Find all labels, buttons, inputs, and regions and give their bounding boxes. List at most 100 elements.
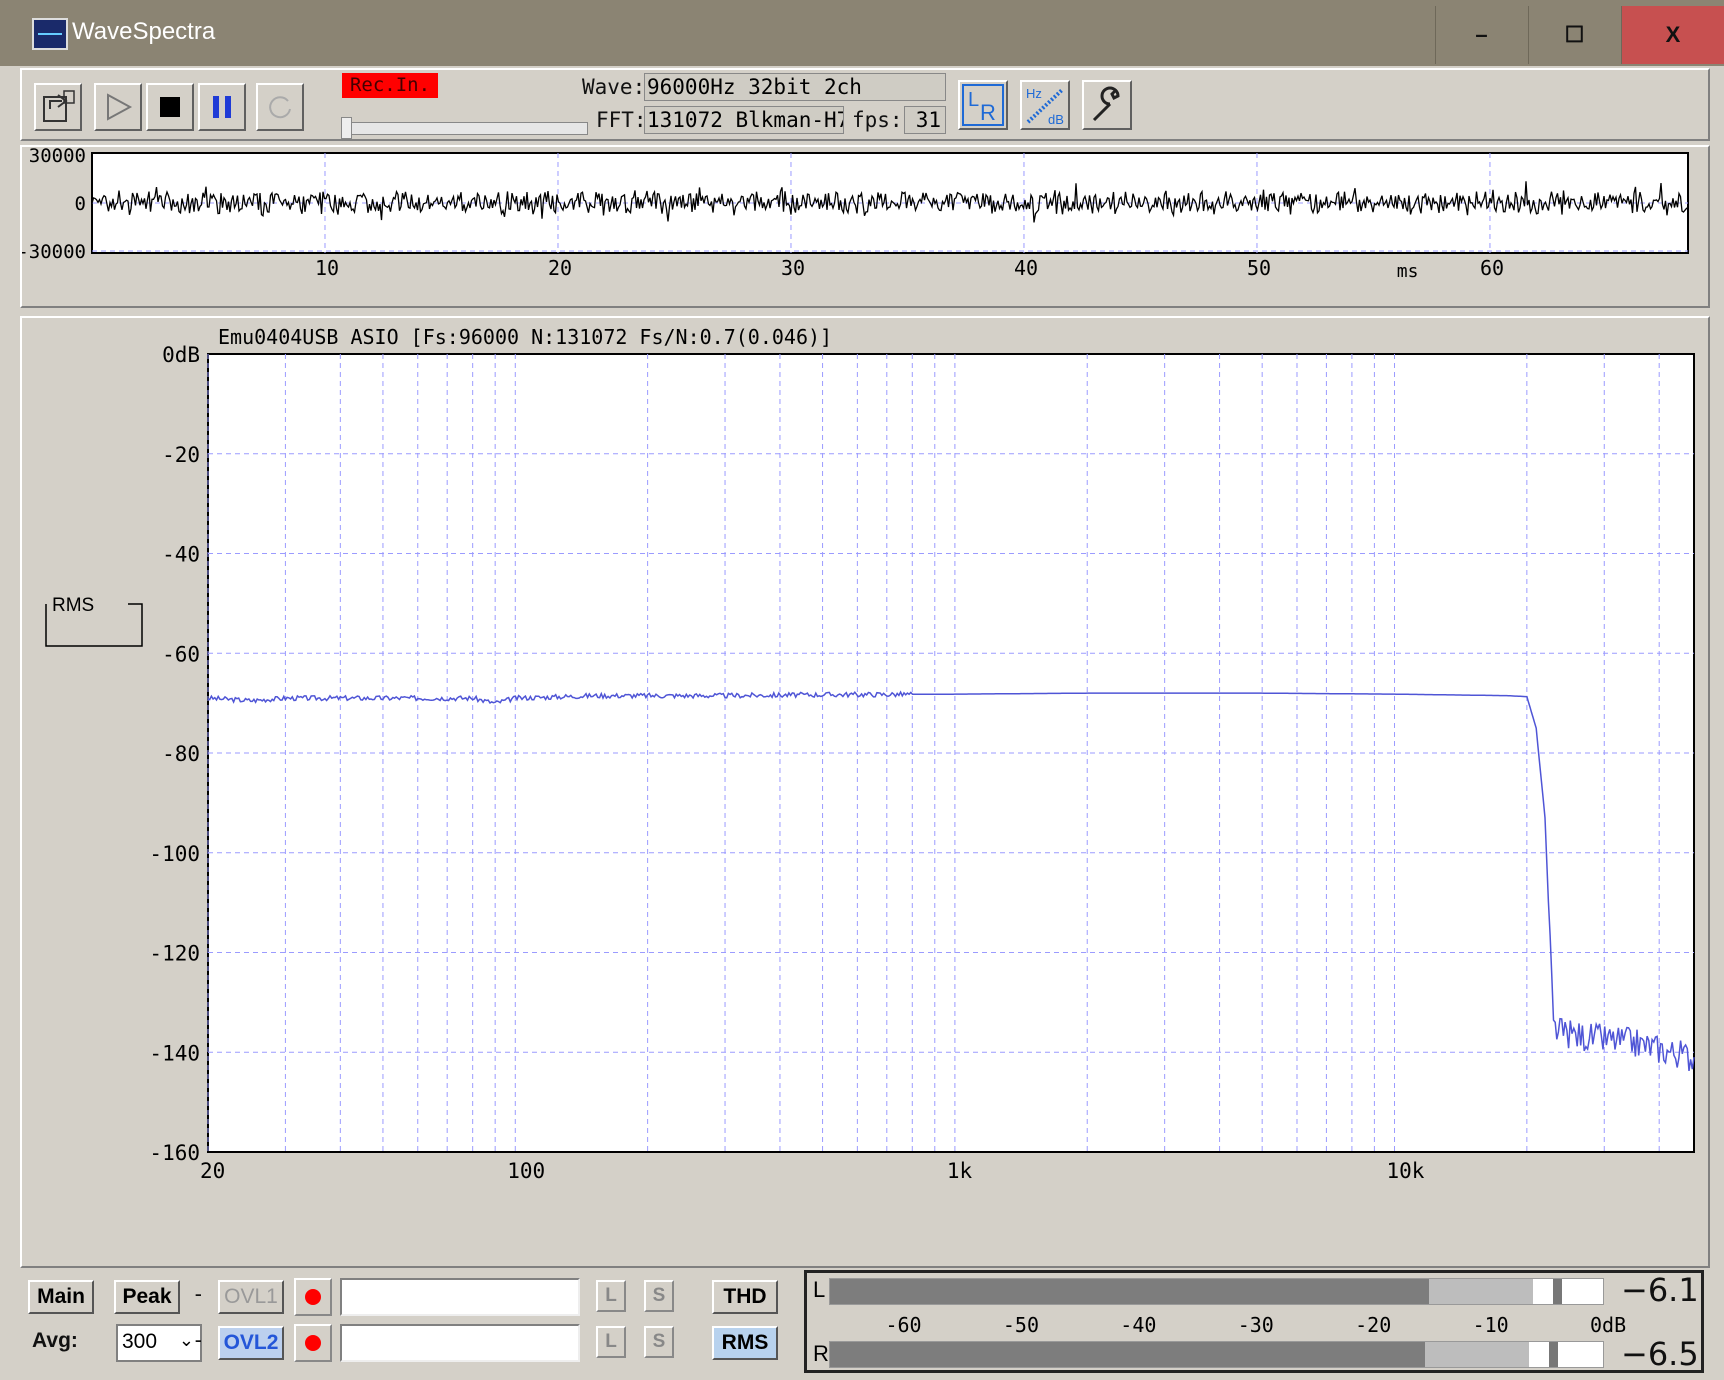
spectrum-panel: Emu0404USB ASIO [Fs:96000 N:131072 Fs/N:… xyxy=(20,316,1710,1268)
ovl2-button[interactable]: OVL2 xyxy=(218,1326,284,1360)
play-icon xyxy=(107,93,133,121)
bottom-controls: Main Peak - OVL1 L S THD Avg: 300 ⌄ - OV… xyxy=(20,1270,1710,1375)
main-button[interactable]: Main xyxy=(28,1280,94,1314)
meter-right-peak-fill xyxy=(1425,1342,1529,1367)
meter-left-value: −6.1 xyxy=(1621,1271,1699,1309)
meter-right-label: R xyxy=(813,1341,829,1366)
pause-icon xyxy=(213,96,231,118)
refresh-button[interactable] xyxy=(256,83,304,131)
ovl2-indicator xyxy=(294,1324,332,1362)
export-icon xyxy=(43,90,75,122)
waveform-x-tick: 10 xyxy=(315,256,339,280)
minimize-button[interactable]: – xyxy=(1435,6,1527,64)
waveform-panel: 10 20 30 40 50 60 ms 30000 0 -30000 xyxy=(17,145,1710,308)
spectrum-y-tick: -160 xyxy=(149,1141,200,1165)
meter-right-bar xyxy=(829,1341,1604,1368)
rec-in-label: Rec.In. xyxy=(342,73,438,98)
level-meter: L −6.1 -60 -50 -40 -30 -20 -10 0dB R −6.5 xyxy=(804,1270,1704,1373)
lr-icon: LR xyxy=(962,84,1004,126)
meter-scale-tick: -10 xyxy=(1472,1313,1509,1337)
meter-scale-tick: -50 xyxy=(1002,1313,1039,1337)
meter-right-avg-fill xyxy=(830,1342,1426,1367)
ovl1-indicator xyxy=(294,1278,332,1316)
spectrum-y-tick: -60 xyxy=(162,642,200,666)
spectrum-x-tick: 20 xyxy=(200,1159,225,1183)
hz-db-button[interactable]: Hz dB xyxy=(1020,80,1070,130)
meter-left-avg-fill xyxy=(830,1279,1429,1304)
svg-text:dB: dB xyxy=(1048,112,1064,127)
ovl2-text-field[interactable] xyxy=(340,1324,580,1362)
rms-button[interactable]: RMS xyxy=(712,1326,778,1360)
slider-thumb[interactable] xyxy=(341,117,352,139)
red-dot-icon xyxy=(305,1335,321,1351)
fft-label: FFT: xyxy=(596,108,647,132)
svg-text:Hz: Hz xyxy=(1026,86,1042,101)
avg-value: 300 xyxy=(122,1330,158,1353)
spectrum-x-tick: 10k xyxy=(1387,1159,1425,1183)
app-icon xyxy=(32,18,68,50)
thd-button[interactable]: THD xyxy=(712,1280,778,1314)
waveform-x-tick: 40 xyxy=(1014,256,1038,280)
waveform-y-tick: -30000 xyxy=(22,241,86,263)
svg-text:L: L xyxy=(968,89,979,111)
waveform-x-tick: 20 xyxy=(548,256,572,280)
red-dot-icon xyxy=(305,1289,321,1305)
hz-db-icon: HzdB xyxy=(1026,86,1064,127)
meter-scale-tick: -30 xyxy=(1237,1313,1274,1337)
spectrum-y-tick: -40 xyxy=(162,543,200,567)
meter-left-label: L xyxy=(813,1277,826,1302)
fft-setting-field[interactable]: 131072 Blkman-H7 xyxy=(644,106,844,134)
wave-label: Wave: xyxy=(582,75,646,99)
spectrum-y-tick: -120 xyxy=(149,942,200,966)
spectrum-y-tick: -100 xyxy=(149,842,200,866)
window-title: WaveSpectra xyxy=(72,18,216,45)
pause-button[interactable] xyxy=(198,83,246,131)
fps-label: fps: xyxy=(852,108,903,132)
ovl1-text-field[interactable] xyxy=(340,1278,580,1316)
settings-button[interactable] xyxy=(1082,80,1132,130)
spectrum-chart: Emu0404USB ASIO [Fs:96000 N:131072 Fs/N:… xyxy=(45,325,1695,1183)
maximize-button[interactable]: ☐ xyxy=(1528,6,1620,64)
wavespectra-window: WaveSpectra – ☐ X Rec.In. Wave: 96000Hz … xyxy=(0,0,1724,1380)
rec-level-slider[interactable] xyxy=(341,117,588,139)
meter-left-peak-hold xyxy=(1553,1279,1563,1304)
l1-button[interactable]: L xyxy=(596,1280,626,1312)
fps-value: 31 xyxy=(904,106,946,134)
s1-button[interactable]: S xyxy=(644,1280,674,1312)
meter-left-peak-fill xyxy=(1428,1279,1534,1304)
lr-channel-button[interactable]: LR xyxy=(958,80,1008,130)
waveform-chart: 10 20 30 40 50 60 ms 30000 0 -30000 xyxy=(17,145,1689,282)
rms-mode-label: RMS xyxy=(52,595,94,616)
meter-right-value: −6.5 xyxy=(1621,1335,1699,1373)
peak-button[interactable]: Peak xyxy=(114,1280,180,1314)
toolbar: Rec.In. Wave: 96000Hz 32bit 2ch FFT: 131… xyxy=(20,68,1710,141)
wave-format-field: 96000Hz 32bit 2ch xyxy=(644,73,946,101)
play-button[interactable] xyxy=(94,83,142,131)
spectrum-y-tick: -20 xyxy=(162,443,200,467)
avg-select[interactable]: 300 ⌄ xyxy=(116,1324,202,1362)
waveform-x-tick: 30 xyxy=(781,256,805,280)
export-button[interactable] xyxy=(34,83,82,131)
waveform-x-tick: 50 xyxy=(1247,256,1271,280)
waveform-y-tick: 30000 xyxy=(29,147,86,167)
waveform-y-tick: 0 xyxy=(75,193,86,215)
settings-wrench-icon xyxy=(1092,86,1120,122)
stop-button[interactable] xyxy=(146,83,194,131)
stop-icon xyxy=(160,97,180,117)
s2-button[interactable]: S xyxy=(644,1326,674,1358)
dash-separator-2: - xyxy=(192,1328,205,1352)
waveform-x-tick: 60 xyxy=(1480,256,1504,280)
meter-scale-tick: -20 xyxy=(1355,1313,1392,1337)
spectrum-x-tick: 1k xyxy=(947,1159,973,1183)
ovl1-button[interactable]: OVL1 xyxy=(218,1280,284,1314)
meter-scale-tick: -60 xyxy=(885,1313,922,1337)
refresh-icon xyxy=(269,96,291,119)
spectrum-y-tick: 0dB xyxy=(162,343,200,367)
meter-scale-tick: 0dB xyxy=(1590,1313,1627,1337)
close-button[interactable]: X xyxy=(1621,6,1724,64)
spectrum-y-tick: -80 xyxy=(162,742,200,766)
title-bar[interactable]: WaveSpectra – ☐ X xyxy=(0,0,1724,66)
l2-button[interactable]: L xyxy=(596,1326,626,1358)
waveform-x-unit: ms xyxy=(1397,261,1419,282)
meter-scale-tick: -40 xyxy=(1120,1313,1157,1337)
